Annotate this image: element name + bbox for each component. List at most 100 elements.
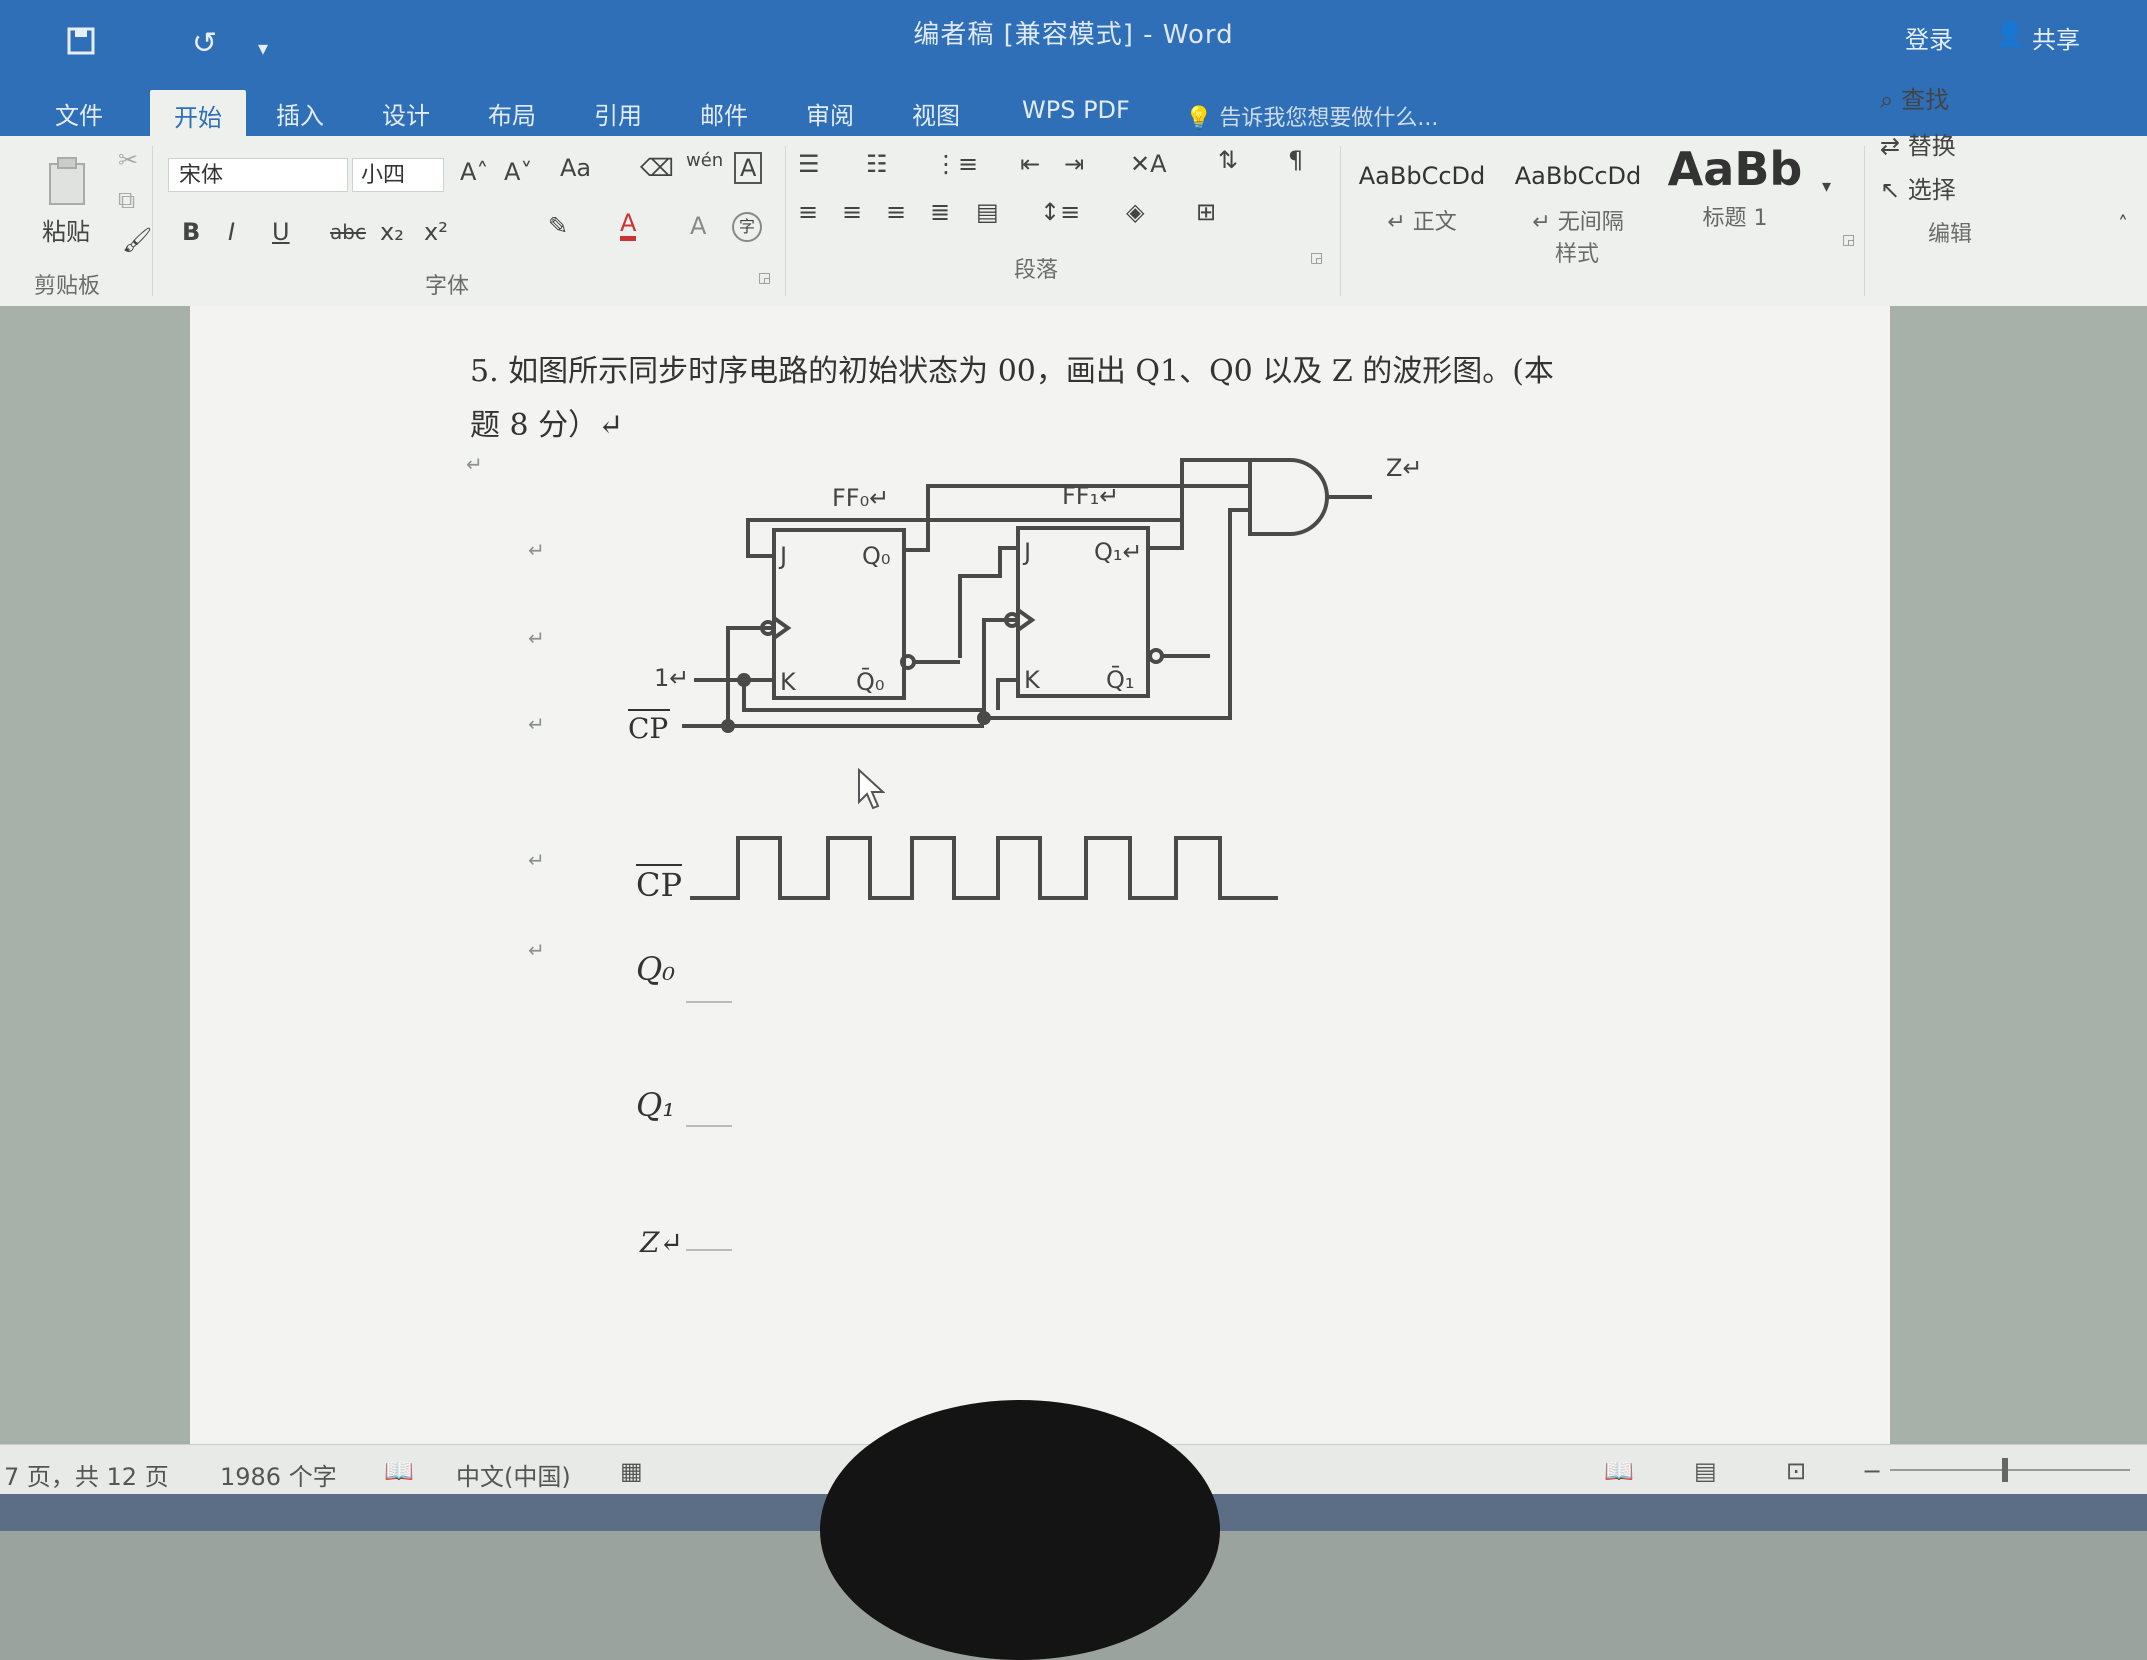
enclose-char-icon[interactable]: 字 bbox=[732, 212, 762, 242]
highlight-icon[interactable]: ✎ bbox=[548, 212, 568, 240]
clipboard-group-label: 剪贴板 bbox=[34, 274, 101, 299]
char-shading-icon[interactable]: A bbox=[690, 212, 706, 240]
style-heading-1[interactable]: AaBb 标题 1 bbox=[1660, 136, 1810, 246]
grow-font-button[interactable]: A˄ bbox=[460, 158, 488, 186]
style-name: ↵ 正文 bbox=[1387, 210, 1457, 235]
cut-icon[interactable]: ✂ bbox=[118, 146, 138, 174]
align-left-icon[interactable]: ≡ bbox=[798, 198, 818, 226]
phonetic-guide-icon[interactable]: wén bbox=[686, 150, 723, 171]
tab-mailings[interactable]: 邮件 bbox=[700, 96, 748, 131]
align-center-icon[interactable]: ≡ bbox=[842, 198, 862, 226]
numbering-icon[interactable]: ☷ bbox=[866, 150, 888, 178]
title-bar: ↺ ▾ 编者稿 [兼容模式] - Word 登录 👤 共享 bbox=[0, 0, 2147, 86]
tab-wps-pdf[interactable]: WPS PDF bbox=[1022, 96, 1130, 124]
font-size-select[interactable]: 小四 bbox=[352, 158, 444, 192]
find-button[interactable]: ⌕ 查找 bbox=[1880, 80, 1949, 115]
align-right-icon[interactable]: ≡ bbox=[886, 198, 906, 226]
read-mode-icon[interactable]: 📖 bbox=[1604, 1457, 1634, 1485]
paragraph-dialog-launcher-icon[interactable]: ◲ bbox=[1310, 250, 1323, 266]
paragraph-mark: ↵ bbox=[528, 538, 545, 562]
user-icon[interactable]: 👤 bbox=[1995, 20, 2025, 48]
borders-icon[interactable]: ⊞ bbox=[1196, 198, 1216, 226]
strikethrough-button[interactable]: abc bbox=[330, 220, 366, 244]
copy-icon[interactable]: ⧉ bbox=[118, 186, 135, 214]
justify-icon[interactable]: ≣ bbox=[930, 198, 950, 226]
tab-file[interactable]: 文件 bbox=[55, 96, 103, 131]
zoom-slider-thumb[interactable] bbox=[2002, 1458, 2008, 1482]
zoom-out-icon[interactable]: − bbox=[1862, 1457, 1882, 1485]
show-marks-icon[interactable]: ¶ bbox=[1288, 146, 1303, 174]
tab-layout[interactable]: 布局 bbox=[488, 96, 536, 131]
shading-icon[interactable]: ◈ bbox=[1126, 198, 1144, 226]
group-divider bbox=[785, 146, 786, 296]
font-dialog-launcher-icon[interactable]: ◲ bbox=[758, 270, 771, 286]
group-divider bbox=[1864, 146, 1865, 296]
share-button[interactable]: 共享 bbox=[2032, 20, 2080, 55]
clear-format-icon[interactable]: ⌫ bbox=[640, 154, 674, 182]
replace-button[interactable]: ⇄ 替换 bbox=[1880, 126, 1956, 161]
format-painter-icon[interactable]: 🖌 bbox=[122, 226, 152, 254]
styles-more-icon[interactable]: ▾ bbox=[1822, 176, 1831, 197]
bold-button[interactable]: B bbox=[182, 218, 200, 246]
style-sample: AaBbCcDd bbox=[1514, 162, 1642, 190]
char-border-icon[interactable]: A bbox=[734, 152, 763, 184]
change-case-button[interactable]: Aa bbox=[560, 154, 591, 182]
font-name-select[interactable]: 宋体 bbox=[168, 158, 348, 192]
ff1-k: K bbox=[1024, 666, 1041, 694]
macro-icon[interactable]: ▦ bbox=[620, 1457, 643, 1485]
proofing-icon[interactable]: 📖 bbox=[384, 1457, 414, 1485]
chinese-layout-icon[interactable]: ✕A bbox=[1130, 150, 1167, 178]
search-icon: ⌕ bbox=[1880, 86, 1894, 114]
select-button[interactable]: ↖ 选择 bbox=[1880, 170, 1956, 205]
tab-view[interactable]: 视图 bbox=[912, 96, 960, 131]
superscript-button[interactable]: x² bbox=[424, 218, 448, 246]
tab-review[interactable]: 审阅 bbox=[806, 96, 854, 131]
tab-references[interactable]: 引用 bbox=[594, 96, 642, 131]
decrease-indent-icon[interactable]: ⇤ bbox=[1020, 150, 1040, 178]
collapse-ribbon-icon[interactable]: ˄ bbox=[2118, 212, 2128, 236]
lightbulb-icon: 💡 bbox=[1185, 106, 1213, 131]
italic-button[interactable]: I bbox=[228, 218, 235, 246]
font-group-label: 字体 bbox=[425, 274, 470, 299]
subscript-button[interactable]: x₂ bbox=[380, 218, 404, 246]
multilevel-list-icon[interactable]: ⋮≡ bbox=[934, 150, 978, 178]
web-layout-icon[interactable]: ⊡ bbox=[1786, 1457, 1806, 1485]
replace-icon: ⇄ bbox=[1880, 132, 1901, 160]
underline-button[interactable]: U bbox=[272, 218, 290, 246]
shrink-font-button[interactable]: A˅ bbox=[504, 158, 532, 186]
language-indicator[interactable]: 中文(中国) bbox=[456, 1457, 571, 1492]
styles-dialog-launcher-icon[interactable]: ◲ bbox=[1842, 232, 1855, 248]
style-normal[interactable]: AaBbCcDd ↵ 正文 bbox=[1348, 136, 1496, 246]
ff1-q: Q₁↵ bbox=[1094, 538, 1143, 566]
login-link[interactable]: 登录 bbox=[1905, 20, 1953, 55]
distributed-icon[interactable]: ▤ bbox=[976, 198, 999, 226]
paste-button[interactable]: 粘贴 bbox=[42, 212, 90, 247]
tell-me-box[interactable]: 💡 告诉我您想要做什么... bbox=[1185, 100, 1438, 132]
print-layout-icon[interactable]: ▤ bbox=[1694, 1457, 1717, 1485]
tab-insert[interactable]: 插入 bbox=[276, 96, 324, 131]
sort-icon[interactable]: ⇅ bbox=[1218, 146, 1238, 174]
zoom-slider[interactable] bbox=[1890, 1458, 2130, 1482]
tab-design[interactable]: 设计 bbox=[382, 96, 430, 131]
ff0-q: Q₀ bbox=[862, 542, 891, 570]
waveform-z-label: Z↵ bbox=[640, 1226, 683, 1259]
page-count[interactable]: 7 页，共 12 页 bbox=[4, 1457, 169, 1492]
font-color-button[interactable]: A bbox=[620, 210, 637, 241]
window-title: 编者稿 [兼容模式] - Word bbox=[913, 20, 1234, 50]
output-z-label: Z↵ bbox=[1386, 454, 1423, 482]
ribbon-home: 粘贴 ✂ ⧉ 🖌 剪贴板 宋体 小四 A˄ A˅ Aa ⌫ wén A B I … bbox=[0, 86, 2147, 307]
waveform-q1-label: Q₁ bbox=[636, 1086, 676, 1124]
style-sample: AaBbCcDd bbox=[1358, 162, 1486, 190]
select-label: 选择 bbox=[1907, 176, 1956, 204]
style-no-spacing[interactable]: AaBbCcDd ↵ 无间隔 bbox=[1504, 136, 1652, 246]
word-count[interactable]: 1986 个字 bbox=[220, 1457, 337, 1492]
foreground-head bbox=[820, 1400, 1220, 1660]
line-spacing-icon[interactable]: ↕≡ bbox=[1040, 198, 1080, 226]
circuit-diagram: FF₀↵ FF₁↵ J K Q₀ Q̄₀ J K Q₁↵ Q̄₁ 1↵ Z↵ C… bbox=[628, 454, 1423, 745]
replace-label: 替换 bbox=[1907, 132, 1956, 160]
question-text: 5. 如图所示同步时序电路的初始状态为 00，画出 Q1、Q0 以及 Z 的波形… bbox=[470, 345, 1650, 453]
paste-icon[interactable] bbox=[46, 156, 90, 212]
paragraph-mark: ↵ bbox=[466, 452, 483, 476]
bullets-icon[interactable]: ☰ bbox=[798, 150, 820, 178]
increase-indent-icon[interactable]: ⇥ bbox=[1064, 150, 1084, 178]
